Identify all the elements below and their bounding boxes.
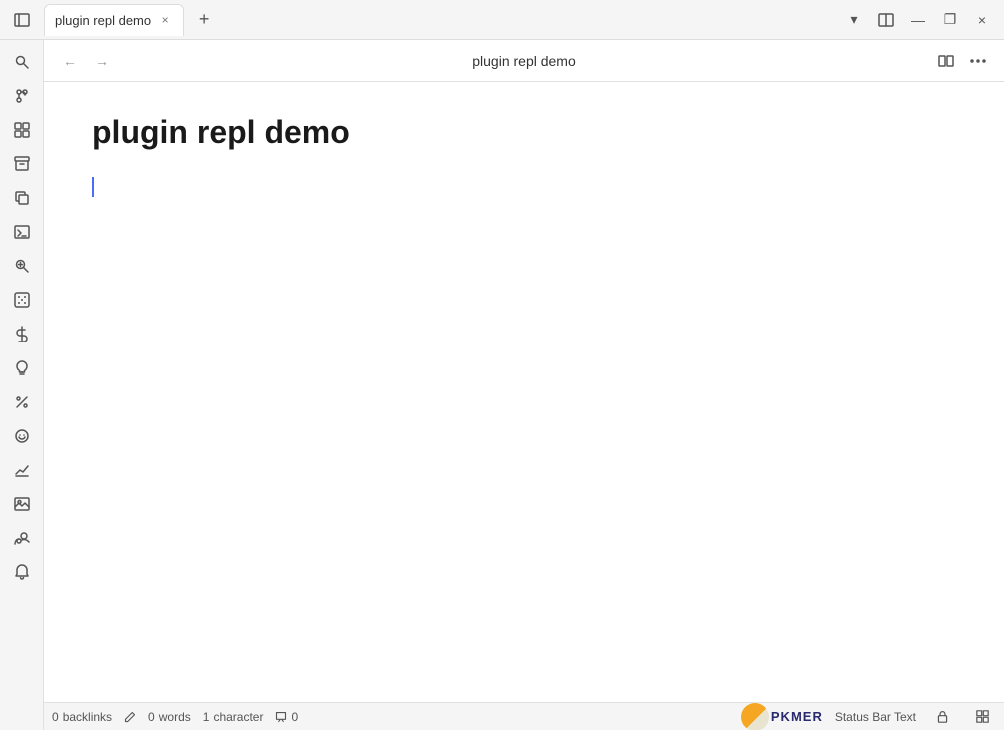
sidebar xyxy=(0,40,44,730)
document-title: plugin repl demo xyxy=(92,114,956,151)
restore-button[interactable]: ❐ xyxy=(936,6,964,34)
lock-icon xyxy=(936,710,949,723)
minimize-icon: — xyxy=(911,12,925,28)
edit-icon-status xyxy=(124,711,136,723)
content-area: ← → plugin repl demo xyxy=(44,40,1004,730)
toolbar-actions xyxy=(932,47,992,75)
split-view-icon xyxy=(878,12,894,28)
words-label: words xyxy=(159,710,191,724)
tab-plugin-repl-demo[interactable]: plugin repl demo × xyxy=(44,4,184,36)
sidebar-item-search2[interactable] xyxy=(6,250,38,282)
read-mode-icon xyxy=(938,53,954,69)
sidebar-item-terminal[interactable] xyxy=(6,216,38,248)
forward-button[interactable]: → xyxy=(88,47,116,75)
sidebar-item-copy[interactable] xyxy=(6,182,38,214)
sidebar-item-image[interactable] xyxy=(6,488,38,520)
sidebar-item-dice[interactable] xyxy=(6,284,38,316)
text-cursor xyxy=(92,177,94,197)
title-bar: plugin repl demo × + ▾ — ❐ × xyxy=(0,0,1004,40)
title-bar-left: plugin repl demo × + xyxy=(8,4,218,36)
close-button[interactable]: × xyxy=(968,6,996,34)
pkmer-circle-icon xyxy=(741,703,769,730)
dropdown-button[interactable]: ▾ xyxy=(840,6,868,34)
more-options-button[interactable] xyxy=(964,47,992,75)
comments-status: 0 xyxy=(275,710,298,724)
char-status: 1 character xyxy=(203,710,264,724)
main-layout: ← → plugin repl demo xyxy=(0,40,1004,730)
dropdown-icon: ▾ xyxy=(850,11,857,28)
words-status: 0 words xyxy=(148,710,191,724)
grid-icon xyxy=(976,710,989,723)
edit-icon xyxy=(124,711,136,723)
sidebar-item-blocks[interactable] xyxy=(6,114,38,146)
sidebar-item-chart[interactable] xyxy=(6,454,38,486)
read-mode-button[interactable] xyxy=(932,47,960,75)
sidebar-item-dollar[interactable] xyxy=(6,318,38,350)
back-button[interactable]: ← xyxy=(56,47,84,75)
char-label: character xyxy=(213,710,263,724)
tab-label: plugin repl demo xyxy=(55,13,151,28)
backlinks-label: backlinks xyxy=(63,710,112,724)
sidebar-item-user[interactable] xyxy=(6,522,38,554)
split-view-button[interactable] xyxy=(872,6,900,34)
editor[interactable]: plugin repl demo xyxy=(44,82,1004,702)
sidebar-item-bulb[interactable] xyxy=(6,352,38,384)
char-count: 1 xyxy=(203,710,210,724)
sidebar-item-git[interactable] xyxy=(6,80,38,112)
backlinks-count: 0 xyxy=(52,710,59,724)
pkmer-text: PKMER xyxy=(771,709,823,724)
toolbar-nav: ← → xyxy=(56,47,116,75)
status-bar-text: Status Bar Text xyxy=(835,710,916,724)
toolbar-title: plugin repl demo xyxy=(116,53,932,69)
more-options-icon xyxy=(970,53,986,69)
minimize-button[interactable]: — xyxy=(904,6,932,34)
restore-icon: ❐ xyxy=(944,11,957,28)
lock-button[interactable] xyxy=(928,703,956,730)
sidebar-item-emoji[interactable] xyxy=(6,420,38,452)
sidebar-item-archive[interactable] xyxy=(6,148,38,180)
sidebar-item-search[interactable] xyxy=(6,46,38,78)
back-icon: ← xyxy=(63,53,77,69)
sidebar-item-percent[interactable] xyxy=(6,386,38,418)
pkmer-logo: PKMER xyxy=(741,703,823,730)
comments-count: 0 xyxy=(291,710,298,724)
grid-button[interactable] xyxy=(968,703,996,730)
tab-close-button[interactable]: × xyxy=(157,12,173,28)
sidebar-toggle-icon xyxy=(14,12,30,28)
sidebar-toggle-button[interactable] xyxy=(8,6,36,34)
backlinks-status: 0 backlinks xyxy=(52,710,112,724)
sidebar-item-bell[interactable] xyxy=(6,556,38,588)
status-bar-text-label: Status Bar Text xyxy=(835,710,916,724)
status-bar: 0 backlinks 0 words 1 character 0 xyxy=(44,702,1004,730)
comment-icon xyxy=(275,711,287,723)
words-count: 0 xyxy=(148,710,155,724)
new-tab-button[interactable]: + xyxy=(190,6,218,34)
forward-icon: → xyxy=(95,53,109,69)
toolbar: ← → plugin repl demo xyxy=(44,40,1004,82)
close-icon: × xyxy=(978,12,986,28)
cursor-line xyxy=(92,175,956,199)
title-bar-controls: ▾ — ❐ × xyxy=(840,6,996,34)
